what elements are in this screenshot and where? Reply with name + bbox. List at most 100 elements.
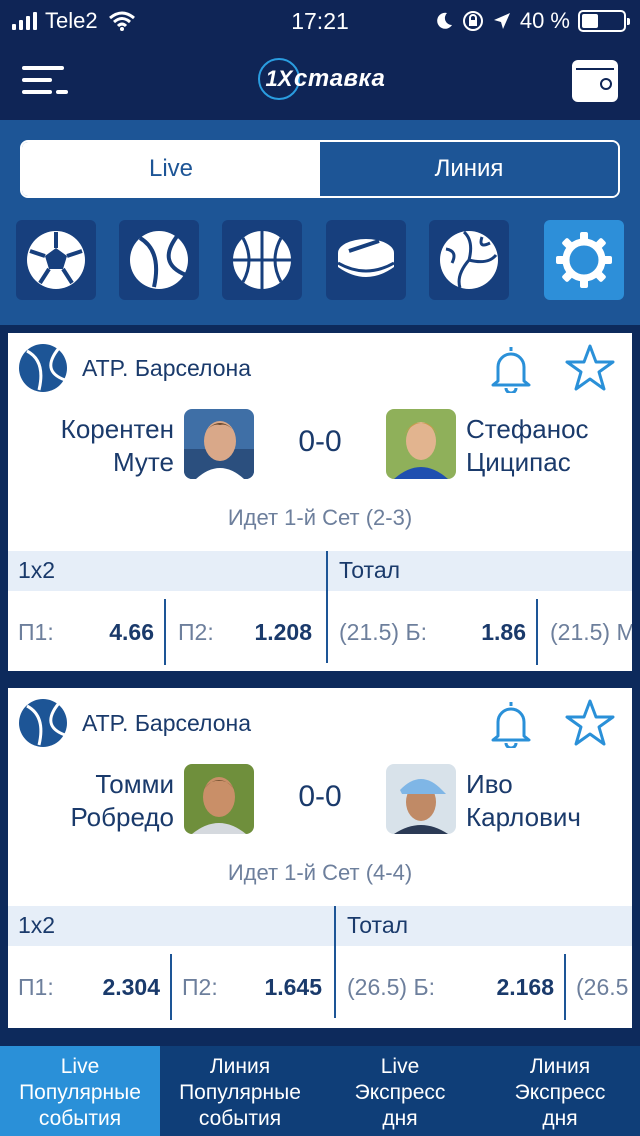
team2-avatar — [386, 764, 456, 834]
wallet-icon[interactable] — [572, 60, 618, 102]
status-right: 40 % — [434, 8, 630, 34]
odd-button-over[interactable]: (26.5) Б: 2.168 — [336, 946, 564, 1028]
tab-live-express[interactable]: Live Экспресс дня — [320, 1046, 480, 1136]
odd-label: П2: — [182, 974, 218, 1000]
soccer-ball-icon — [27, 231, 85, 289]
odd-label: (26.5 — [576, 974, 629, 1000]
basketball-icon — [233, 231, 291, 289]
team1-last-name: Муте — [112, 447, 174, 477]
sports-settings-button[interactable] — [544, 220, 624, 300]
tab-label-line: события — [38, 1107, 122, 1130]
sports-filter — [16, 220, 624, 300]
odd-label: (21.5) Б: — [339, 619, 427, 645]
odd-button-under[interactable]: (26.5 — [566, 946, 632, 1028]
team1-name: Корентен Муте — [61, 413, 174, 479]
tab-line-popular[interactable]: Линия Популярные события — [160, 1046, 320, 1136]
team2-last-name: Циципас — [466, 447, 571, 477]
battery-percent: 40 % — [519, 8, 570, 33]
odd-value: 1.208 — [254, 619, 312, 645]
team2-first-name: Иво — [466, 769, 513, 799]
hamburger-menu-icon[interactable] — [22, 66, 68, 96]
team1-avatar — [184, 764, 254, 834]
market-total-title: Тотал — [347, 912, 409, 938]
event-card[interactable]: ATP. Барселона Корентен Муте 0-0 Стефано… — [8, 333, 632, 671]
odd-label: (21.5) М — [550, 619, 632, 645]
tennis-ball-icon — [19, 699, 67, 747]
wallet-coin — [600, 78, 612, 90]
tab-label-line: Линия — [529, 1055, 591, 1078]
team1-name: Томми Робредо — [70, 768, 174, 834]
odd-value: 2.304 — [102, 974, 160, 1000]
odd-button-p2[interactable]: П2: 1.208 — [166, 591, 324, 673]
odd-label: (26.5) Б: — [347, 974, 435, 1000]
sport-soccer-button[interactable] — [16, 220, 96, 300]
hockey-puck-icon — [337, 239, 395, 277]
tab-label-line: дня — [542, 1107, 578, 1130]
tab-label-line: Популярные — [19, 1081, 141, 1104]
team1-avatar — [184, 409, 254, 479]
app-logo: 1X ставка — [258, 56, 385, 102]
match-status: Идет 1-й Сет (4-4) — [227, 860, 413, 885]
team2-name: Стефанос Циципас — [466, 413, 589, 479]
live-line-toggle: Live Линия — [20, 140, 620, 198]
odd-label: П1: — [18, 619, 54, 645]
team2-last-name: Карлович — [466, 802, 581, 832]
market-total-title: Тотал — [339, 557, 401, 583]
markets-header: 1x2 Тотал — [8, 906, 632, 946]
match-score: 0-0 — [298, 780, 342, 813]
markets-block: 1x2 Тотал П1: 4.66 П2: 1.208 (21.5) Б: 1… — [8, 551, 632, 673]
team2-first-name: Стефанос — [466, 414, 589, 444]
event-card[interactable]: ATP. Барселона Томми Робредо 0-0 Иво Кар… — [8, 688, 632, 1028]
status-bar: Tele2 17:21 40 % — [0, 0, 640, 42]
bell-icon[interactable] — [488, 343, 534, 393]
settings-gear-icon — [556, 232, 612, 288]
favorite-star-icon[interactable] — [564, 343, 616, 393]
tennis-ball-icon — [19, 344, 67, 392]
location-arrow-icon — [493, 13, 510, 29]
team1-first-name: Томми — [95, 769, 174, 799]
league-name: ATP. Барселона — [82, 355, 252, 381]
tab-live-popular[interactable]: Live Популярные события — [0, 1046, 160, 1136]
team1-last-name: Робредо — [70, 802, 174, 832]
league-name: ATP. Барселона — [82, 710, 252, 736]
tab-label-line: Линия — [209, 1055, 271, 1078]
tab-label-line: Популярные — [179, 1081, 301, 1104]
odd-value: 1.645 — [264, 974, 322, 1000]
odd-value: 1.86 — [481, 619, 526, 645]
market-1x2-title: 1x2 — [18, 912, 56, 938]
sport-volleyball-button[interactable] — [429, 220, 509, 300]
volleyball-icon — [440, 230, 498, 289]
battery-icon — [578, 10, 630, 32]
sport-hockey-button[interactable] — [326, 220, 406, 300]
logo-text: ставка — [294, 65, 386, 92]
team2-name: Иво Карлович — [466, 768, 581, 834]
odd-button-p2[interactable]: П2: 1.645 — [172, 946, 332, 1028]
odd-button-under[interactable]: (21.5) М — [538, 591, 632, 673]
tab-label-line: Live — [60, 1055, 100, 1078]
battery-fill — [582, 14, 598, 28]
segment-line[interactable]: Линия — [320, 142, 618, 196]
tab-label-line: Экспресс — [514, 1081, 606, 1104]
tab-label-line: события — [198, 1107, 282, 1130]
favorite-star-icon[interactable] — [564, 698, 616, 748]
sport-tennis-button[interactable] — [119, 220, 199, 300]
odd-value: 4.66 — [109, 619, 154, 645]
sport-basketball-button[interactable] — [222, 220, 302, 300]
market-1x2-title: 1x2 — [18, 557, 56, 583]
odd-label: П2: — [178, 619, 214, 645]
odd-button-p1[interactable]: П1: 2.304 — [8, 946, 170, 1028]
markets-header: 1x2 Тотал — [8, 551, 632, 591]
tab-label-line: Live — [380, 1055, 420, 1078]
tab-line-express[interactable]: Линия Экспресс дня — [480, 1046, 640, 1136]
bell-icon[interactable] — [488, 698, 534, 748]
filter-panel: Live Линия — [0, 120, 640, 325]
match-status: Идет 1-й Сет (2-3) — [227, 505, 413, 530]
app-header: 1X ставка — [0, 42, 640, 120]
odd-button-over[interactable]: (21.5) Б: 1.86 — [328, 591, 536, 673]
tab-label-line: дня — [382, 1107, 418, 1130]
tab-label-line: Экспресс — [354, 1081, 446, 1104]
odds-row: П1: 2.304 П2: 1.645 (26.5) Б: 2.168 (26.… — [8, 946, 632, 1028]
segment-live[interactable]: Live — [22, 142, 320, 196]
odd-button-p1[interactable]: П1: 4.66 — [8, 591, 164, 673]
bottom-tab-bar: Live Популярные события Линия Популярные… — [0, 1046, 640, 1136]
